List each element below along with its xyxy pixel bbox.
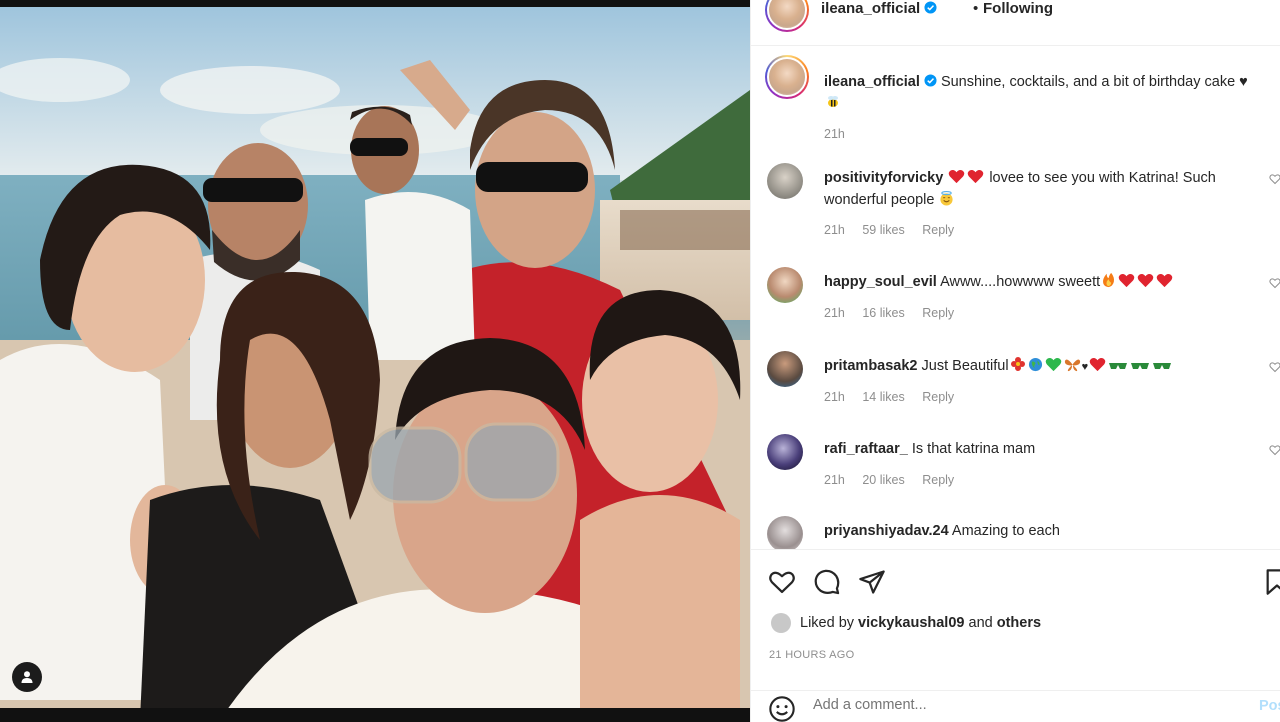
comment-body: Amazing to each xyxy=(951,523,1060,539)
caption-time: 21h xyxy=(824,127,845,141)
red-heart-emoji-icon xyxy=(968,169,984,184)
bee-emoji-icon xyxy=(828,96,838,107)
liker-avatar xyxy=(771,613,791,633)
caption-avatar[interactable] xyxy=(765,55,809,99)
caption-username[interactable]: ileana_official xyxy=(824,74,920,90)
post-comment-button[interactable]: Post xyxy=(1259,698,1280,714)
liked-by-label: Liked by xyxy=(800,615,855,631)
comment-text: pritambasak2 Just Beautiful ♥ xyxy=(824,355,1264,378)
comment-text: positivityforvicky lovee to see you with… xyxy=(824,167,1264,211)
emoji-icon[interactable] xyxy=(768,695,796,722)
comment-likes-count[interactable]: 20 likes xyxy=(862,473,904,487)
comments-list[interactable]: ileana_official Sunshine, cocktails, and… xyxy=(751,47,1280,549)
user-tag-icon xyxy=(21,671,33,683)
liked-others-link[interactable]: others xyxy=(997,615,1041,631)
post-side-panel: ileana_official • Following ileana_offic… xyxy=(750,0,1280,722)
green-heart-emoji-icon xyxy=(1045,357,1061,372)
post-header: ileana_official • Following xyxy=(751,0,1280,46)
like-comment-heart-icon[interactable] xyxy=(1269,361,1280,373)
comment-time: 21h xyxy=(824,223,845,237)
caption-text: ileana_official Sunshine, cocktails, and… xyxy=(824,71,1274,115)
comment-meta: 21h 16 likes Reply xyxy=(824,306,968,320)
author-avatar[interactable] xyxy=(765,0,809,32)
liked-and-label: and xyxy=(968,615,993,631)
caption-body: Sunshine, cocktails, and a bit of birthd… xyxy=(940,74,1248,90)
comment-likes-count[interactable]: 14 likes xyxy=(862,390,904,404)
comment-text: rafi_raftaar_ Is that katrina mam xyxy=(824,438,1264,460)
comment-username[interactable]: rafi_raftaar_ xyxy=(824,441,908,457)
red-heart-emoji-icon xyxy=(1156,273,1173,288)
like-comment-heart-icon[interactable] xyxy=(1269,277,1280,289)
comment-time: 21h xyxy=(824,306,845,320)
reply-button[interactable]: Reply xyxy=(922,223,954,237)
add-comment-bar: Post xyxy=(751,690,1280,722)
like-comment-heart-icon[interactable] xyxy=(1269,173,1280,185)
red-heart-emoji-icon xyxy=(949,169,965,184)
verified-badge-icon xyxy=(924,74,937,87)
comment-text: happy_soul_evil Awww....howwww sweett xyxy=(824,271,1264,293)
commenter-avatar[interactable] xyxy=(767,351,803,387)
butterfly-emoji-icon xyxy=(1064,359,1080,372)
red-heart-emoji-icon xyxy=(1118,273,1135,288)
comment-text: priyanshiyadav.24 Amazing to each xyxy=(824,520,1264,542)
like-comment-heart-icon[interactable] xyxy=(1269,444,1280,456)
commenter-avatar[interactable] xyxy=(767,516,803,549)
post-timestamp[interactable]: 21 HOURS AGO xyxy=(769,649,855,661)
header-separator: • xyxy=(973,0,979,17)
comment-username[interactable]: positivityforvicky xyxy=(824,170,943,186)
photo-bottom-edge xyxy=(0,708,750,722)
comment-time: 21h xyxy=(824,390,845,404)
likes-summary[interactable]: Liked by vickykaushal09 and others xyxy=(771,613,1041,633)
smiling-halo-emoji-icon xyxy=(940,191,954,206)
verified-badge-icon xyxy=(924,1,937,14)
flower-emoji-icon xyxy=(1010,357,1025,371)
commenter-avatar[interactable] xyxy=(767,267,803,303)
comment-likes-count[interactable]: 59 likes xyxy=(862,223,904,237)
globe-emoji-icon xyxy=(1028,357,1042,372)
sunglasses-emoji-icon xyxy=(1131,363,1150,369)
user-tag-button[interactable] xyxy=(12,662,42,692)
sunglasses-emoji-icon xyxy=(1153,363,1172,369)
following-button[interactable]: Following xyxy=(983,0,1053,17)
red-heart-emoji-icon xyxy=(1089,357,1106,372)
fire-emoji-icon xyxy=(1103,272,1115,288)
bookmark-icon[interactable] xyxy=(1263,568,1280,596)
comment-body: Is that katrina mam xyxy=(911,441,1036,457)
post-photo[interactable] xyxy=(0,0,750,722)
author-username[interactable]: ileana_official xyxy=(821,0,937,17)
commenter-avatar[interactable] xyxy=(767,163,803,199)
commenter-avatar[interactable] xyxy=(767,434,803,470)
liker-username[interactable]: vickykaushal09 xyxy=(858,615,964,631)
post-actions: Liked by vickykaushal09 and others 21 HO… xyxy=(751,549,1280,689)
group-selfie-image xyxy=(0,0,750,722)
comment-username[interactable]: priyanshiyadav.24 xyxy=(824,523,949,539)
comment-body: Awww....howwww sweett xyxy=(940,274,1101,290)
red-heart-emoji-icon xyxy=(1137,273,1154,288)
comment-body: Just Beautiful xyxy=(921,358,1009,374)
comment-meta: 21h 14 likes Reply xyxy=(824,390,968,404)
small-heart-glyph: ♥ xyxy=(1081,361,1089,373)
reply-button[interactable]: Reply xyxy=(922,390,954,404)
reply-button[interactable]: Reply xyxy=(922,473,954,487)
comment-meta: 21h 59 likes Reply xyxy=(824,223,968,237)
reply-button[interactable]: Reply xyxy=(922,306,954,320)
comment-likes-count[interactable]: 16 likes xyxy=(862,306,904,320)
comment-username[interactable]: happy_soul_evil xyxy=(824,274,937,290)
comment-icon[interactable] xyxy=(813,568,841,596)
comment-username[interactable]: pritambasak2 xyxy=(824,358,918,374)
comment-input[interactable] xyxy=(813,697,1193,713)
heart-icon[interactable] xyxy=(768,568,796,596)
comment-meta: 21h 20 likes Reply xyxy=(824,473,968,487)
share-icon[interactable] xyxy=(858,568,886,596)
comment-time: 21h xyxy=(824,473,845,487)
photo-top-edge xyxy=(0,0,750,7)
sunglasses-emoji-icon xyxy=(1109,363,1128,369)
